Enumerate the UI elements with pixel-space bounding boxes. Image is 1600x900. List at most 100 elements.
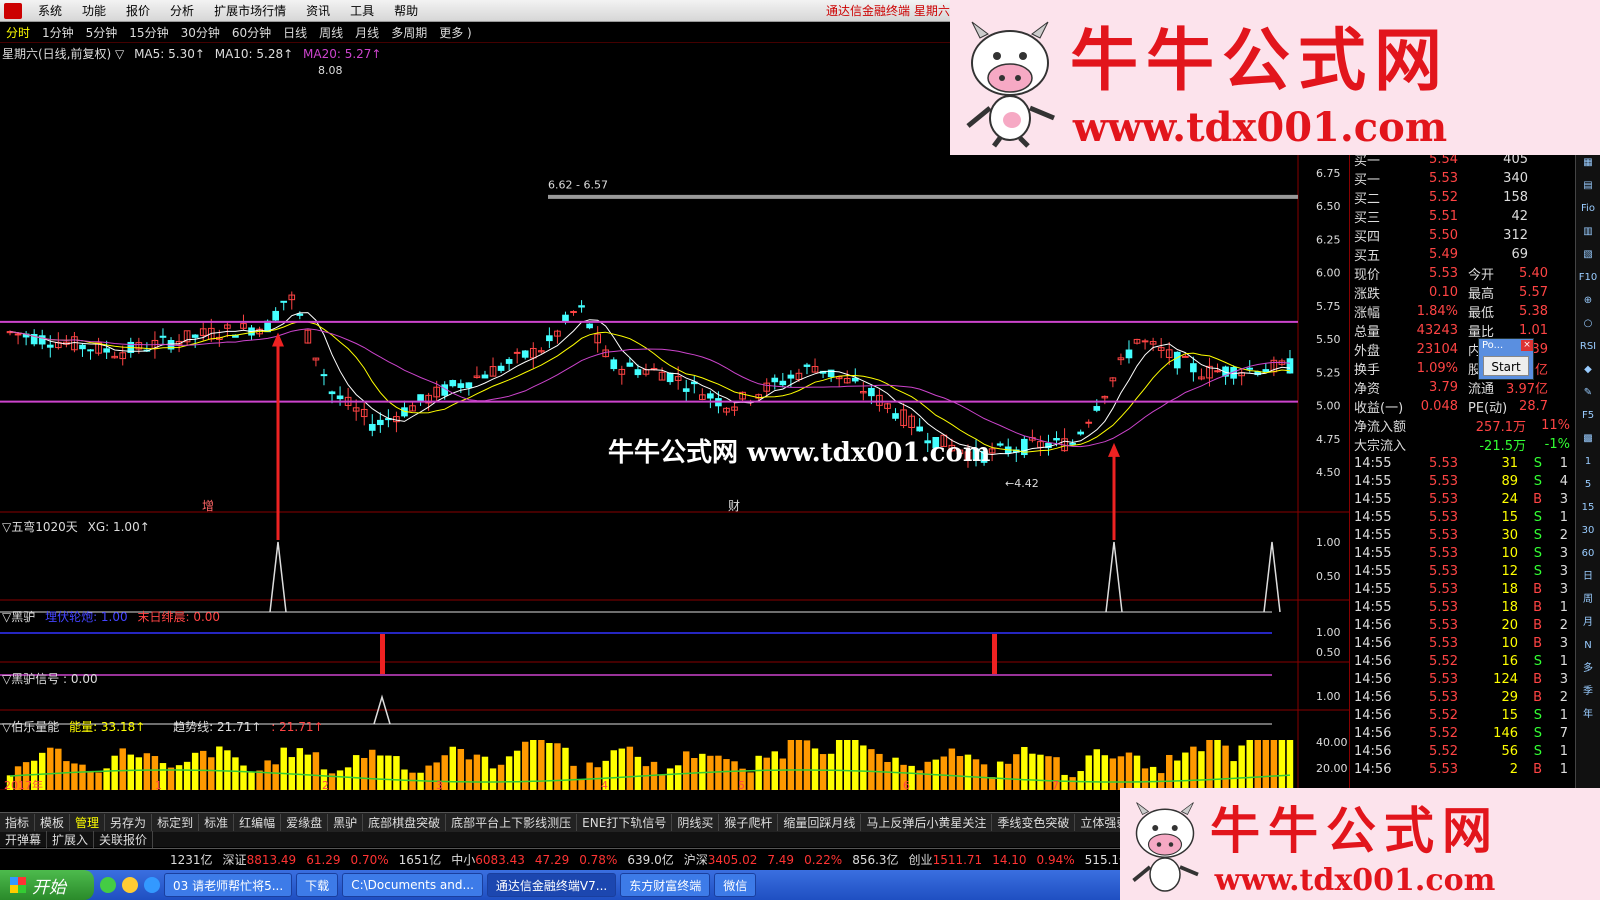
index-name[interactable]: 深证 <box>223 851 247 868</box>
toolbar-button[interactable]: ⊕ <box>1578 290 1598 311</box>
toolbar-button[interactable]: 30 <box>1578 520 1598 541</box>
toolbar-button[interactable]: Fio <box>1578 198 1598 219</box>
volume-bar <box>634 756 642 790</box>
tick-count: 1 <box>1559 509 1568 525</box>
toolbar-button[interactable]: ◆ <box>1578 359 1598 380</box>
toolbar-button[interactable]: ▦ <box>1578 152 1598 173</box>
volume-bar <box>530 740 537 790</box>
secondary-tab[interactable]: 扩展入 <box>47 831 95 848</box>
index-name[interactable]: 中小 <box>451 851 475 868</box>
formula-tab[interactable]: 缩量回踩月线 <box>778 814 862 831</box>
tick-row[interactable]: 14:56 5.53 2 B 1 <box>1350 760 1574 778</box>
toolbar-button[interactable]: 5 <box>1578 474 1598 495</box>
volume-bar <box>964 754 972 790</box>
toolbar-button[interactable]: F5 <box>1578 405 1598 426</box>
formula-tab[interactable]: 底部棋盘突破 <box>363 814 447 831</box>
start-popup[interactable]: Po... × Start <box>1478 338 1534 380</box>
taskbar-item[interactable]: 下载 <box>296 873 339 897</box>
formula-tab[interactable]: 底部平台上下影线测压 <box>446 814 578 831</box>
volume-bar <box>1198 751 1205 790</box>
toolbar-button[interactable]: ▥ <box>1578 221 1598 242</box>
index-name[interactable]: 创业 <box>909 851 933 868</box>
tick-row[interactable]: 14:56 5.52 56 S 1 <box>1350 742 1574 760</box>
tick-price: 5.53 <box>1429 545 1458 561</box>
secondary-tab[interactable]: 关联报价 <box>94 831 154 848</box>
toolbar-button[interactable]: 日 <box>1578 566 1598 587</box>
taskbar-item[interactable]: 微信 <box>714 873 757 897</box>
toolbar-button[interactable]: 1 <box>1578 451 1598 472</box>
x-axis-label: 2 <box>322 779 329 790</box>
toolbar-button[interactable]: 周 <box>1578 589 1598 610</box>
toolbar-button[interactable]: 60 <box>1578 543 1598 564</box>
toolbar-button[interactable]: 季 <box>1578 681 1598 702</box>
quote-key: 总量 <box>1354 325 1381 340</box>
tick-row[interactable]: 14:55 5.53 15 S 1 <box>1350 508 1574 526</box>
formula-tab[interactable]: 标定到 <box>152 814 200 831</box>
taskbar-item[interactable]: 通达信金融终端V7... <box>486 873 617 897</box>
index-name[interactable]: 沪深 <box>684 851 708 868</box>
toolbar-button[interactable]: ○ <box>1578 313 1598 334</box>
formula-tab[interactable]: 黑驴 <box>328 814 364 831</box>
tick-row[interactable]: 14:55 5.53 12 S 3 <box>1350 562 1574 580</box>
formula-tab[interactable]: 另存为 <box>105 814 153 831</box>
formula-tab[interactable]: 马上反弹后小黄星关注 <box>861 814 993 831</box>
tick-row[interactable]: 14:56 5.53 124 B 3 <box>1350 670 1574 688</box>
tick-row[interactable]: 14:56 5.53 10 B 3 <box>1350 634 1574 652</box>
quote-row: 外盘23104内盘20139 <box>1350 340 1574 359</box>
quicklaunch-icon-2[interactable] <box>122 877 138 893</box>
volume-bar <box>497 764 505 790</box>
tick-row[interactable]: 14:56 5.53 20 B 2 <box>1350 616 1574 634</box>
order-book-row[interactable]: 买五 5.49 69 <box>1350 245 1574 264</box>
formula-tab[interactable]: 指标 <box>0 814 36 831</box>
quote-key: 现价 <box>1354 268 1381 283</box>
tick-list[interactable]: 14:55 5.53 31 S 1 14:55 5.53 89 S 4 14:55 5.53 24 B 3 1… <box>1350 454 1574 778</box>
toolbar-button[interactable]: 月 <box>1578 612 1598 633</box>
formula-tab[interactable]: 标准 <box>199 814 235 831</box>
tick-time: 14:55 <box>1354 455 1392 471</box>
formula-tab[interactable]: 模板 <box>35 814 71 831</box>
taskbar-item[interactable]: 03 请老师帮忙将5... <box>164 873 293 897</box>
tick-row[interactable]: 14:55 5.53 24 B 3 <box>1350 490 1574 508</box>
toolbar-button[interactable]: ▧ <box>1578 244 1598 265</box>
tick-row[interactable]: 14:55 5.53 10 S 3 <box>1350 544 1574 562</box>
tick-row[interactable]: 14:56 5.53 29 B 2 <box>1350 688 1574 706</box>
toolbar-button[interactable]: ▩ <box>1578 428 1598 449</box>
order-book-row[interactable]: 买二 5.52 158 <box>1350 188 1574 207</box>
toolbar-button[interactable]: F10 <box>1578 267 1598 288</box>
order-book-row[interactable]: 买三 5.51 42 <box>1350 207 1574 226</box>
toolbar-button[interactable]: ✎ <box>1578 382 1598 403</box>
start-button[interactable]: Start <box>1483 356 1529 376</box>
candle-body <box>296 313 304 316</box>
formula-tab[interactable]: 爱缘盘 <box>281 814 329 831</box>
tick-row[interactable]: 14:55 5.53 18 B 1 <box>1350 598 1574 616</box>
toolbar-button[interactable]: N <box>1578 635 1598 656</box>
secondary-tab[interactable]: 开弹幕 <box>0 831 48 848</box>
quicklaunch-icon-3[interactable] <box>144 877 160 893</box>
toolbar-button[interactable]: RSI <box>1578 336 1598 357</box>
close-icon[interactable]: × <box>1521 340 1533 351</box>
tick-row[interactable]: 14:56 5.52 15 S 1 <box>1350 706 1574 724</box>
toolbar-button[interactable]: ▤ <box>1578 175 1598 196</box>
tick-row[interactable]: 14:55 5.53 31 S 1 <box>1350 454 1574 472</box>
formula-tab[interactable]: 猴子爬杆 <box>719 814 779 831</box>
quote-row: 现价 5.53 今开 5.40 <box>1350 264 1574 283</box>
formula-tab[interactable]: 管理 <box>70 814 106 831</box>
order-book-row[interactable]: 买一 5.53 340 <box>1350 169 1574 188</box>
formula-tab[interactable]: 阴线买 <box>672 814 720 831</box>
taskbar-item[interactable]: C:\Documents and... <box>342 873 483 897</box>
formula-tab[interactable]: 红编幅 <box>234 814 282 831</box>
tick-row[interactable]: 14:55 5.53 18 B 3 <box>1350 580 1574 598</box>
taskbar-item[interactable]: 东方财富终端 <box>620 873 711 897</box>
formula-tab[interactable]: ENE打下轨信号 <box>577 814 673 831</box>
tick-row[interactable]: 14:56 5.52 16 S 1 <box>1350 652 1574 670</box>
tick-row[interactable]: 14:55 5.53 89 S 4 <box>1350 472 1574 490</box>
toolbar-button[interactable]: 15 <box>1578 497 1598 518</box>
tick-row[interactable]: 14:56 5.52 146 S 7 <box>1350 724 1574 742</box>
toolbar-button[interactable]: 多 <box>1578 658 1598 679</box>
start-menu-button[interactable]: 开始 <box>0 870 94 900</box>
quicklaunch-icon-1[interactable] <box>100 877 116 893</box>
toolbar-button[interactable]: 年 <box>1578 704 1598 725</box>
formula-tab[interactable]: 季线变色突破 <box>992 814 1076 831</box>
tick-row[interactable]: 14:55 5.53 30 S 2 <box>1350 526 1574 544</box>
order-book-row[interactable]: 买四 5.50 312 <box>1350 226 1574 245</box>
